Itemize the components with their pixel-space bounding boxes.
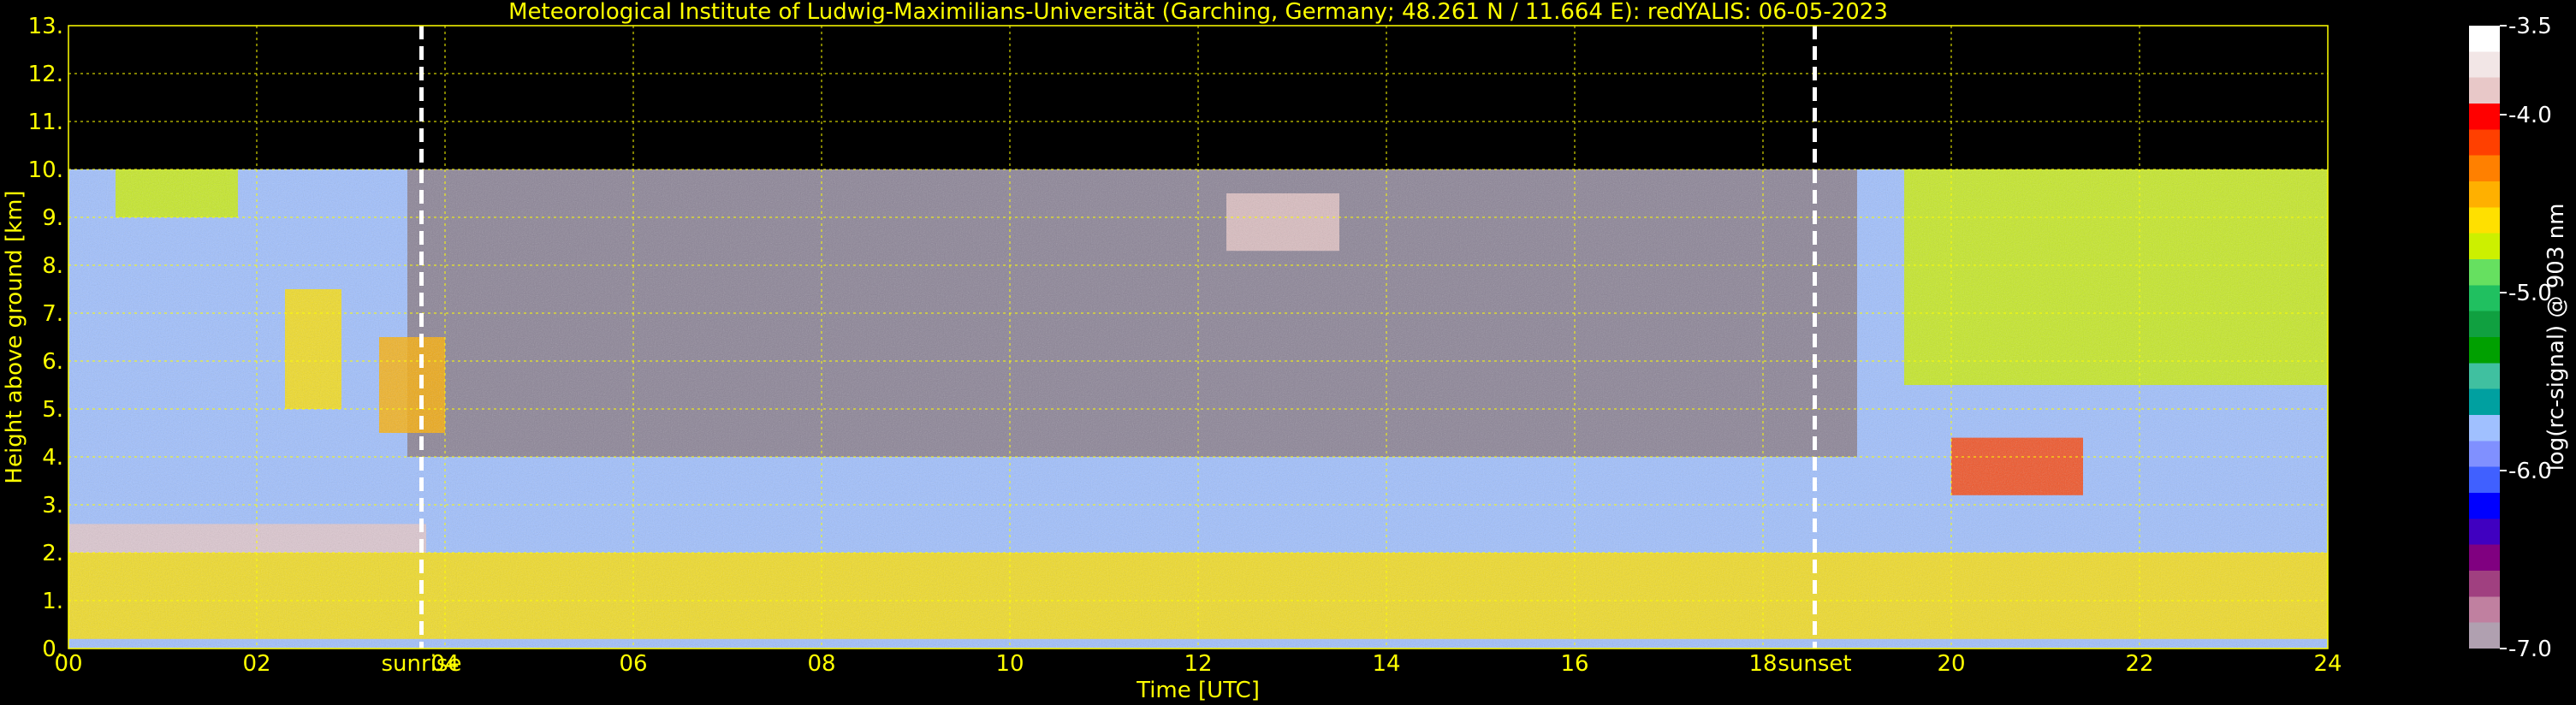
x-tick-label: 24 [2313,651,2342,677]
colorbar-tick-label: -4.0 [2508,103,2552,128]
x-tick-label: 12 [1184,651,1212,677]
colorbar-label: log(rc-signal) @ 903 nm [2543,204,2569,471]
colorbar-scale [2469,26,2500,649]
y-tick-label: 3. [42,493,63,518]
sunrise-label: sunrise [382,651,462,677]
y-tick-label: 5. [42,397,63,423]
y-tick-label: 7. [42,301,63,327]
x-tick-label: 20 [1937,651,1965,677]
x-tick-label: 14 [1372,651,1400,677]
y-tick-label: 0. [42,637,63,662]
y-tick-label: 12. [28,62,63,87]
x-axis-label: Time [UTC] [1136,678,1260,703]
x-tick-label: 02 [242,651,270,677]
x-tick-label: 08 [807,651,835,677]
lidar-chart: Meteorological Institute of Ludwig-Maxim… [2,0,2569,703]
colorbar-tick-label: -7.0 [2508,637,2552,662]
x-tick-label: 06 [619,651,647,677]
x-tick-label: 18 [1748,651,1777,677]
y-axis-label: Height above ground [km] [2,190,27,483]
y-axis: 0. 1. 2. 3. 4. 5. 6. 7. 8. 9. 10. 11. 12. 13. [28,14,63,662]
chart-title: Meteorological Institute of Ludwig-Maxim… [508,0,1888,25]
y-tick-label: 1. [42,589,63,614]
colorbar-tick-label: -3.5 [2508,14,2552,39]
y-tick-label: 8. [42,253,63,279]
y-tick-label: 6. [42,349,63,375]
x-tick-label: 10 [995,651,1024,677]
x-tick-label: 22 [2125,651,2153,677]
colorbar: -3.5-4.0-5.0-6.0-7.0 log(rc-signal) @ 90… [2469,14,2569,662]
x-axis: 00 02 04 06 08 10 12 14 16 18 20 22 24sunrise sunset [54,651,2342,677]
y-tick-label: 2. [42,541,63,566]
y-tick-label: 4. [42,445,63,471]
x-tick-label: 16 [1560,651,1588,677]
sunset-label: sunset [1778,651,1851,677]
y-tick-label: 10. [28,157,63,183]
y-tick-label: 13. [28,14,63,39]
y-tick-label: 9. [42,205,63,231]
plot-area [68,25,2329,649]
y-tick-label: 11. [28,110,63,135]
